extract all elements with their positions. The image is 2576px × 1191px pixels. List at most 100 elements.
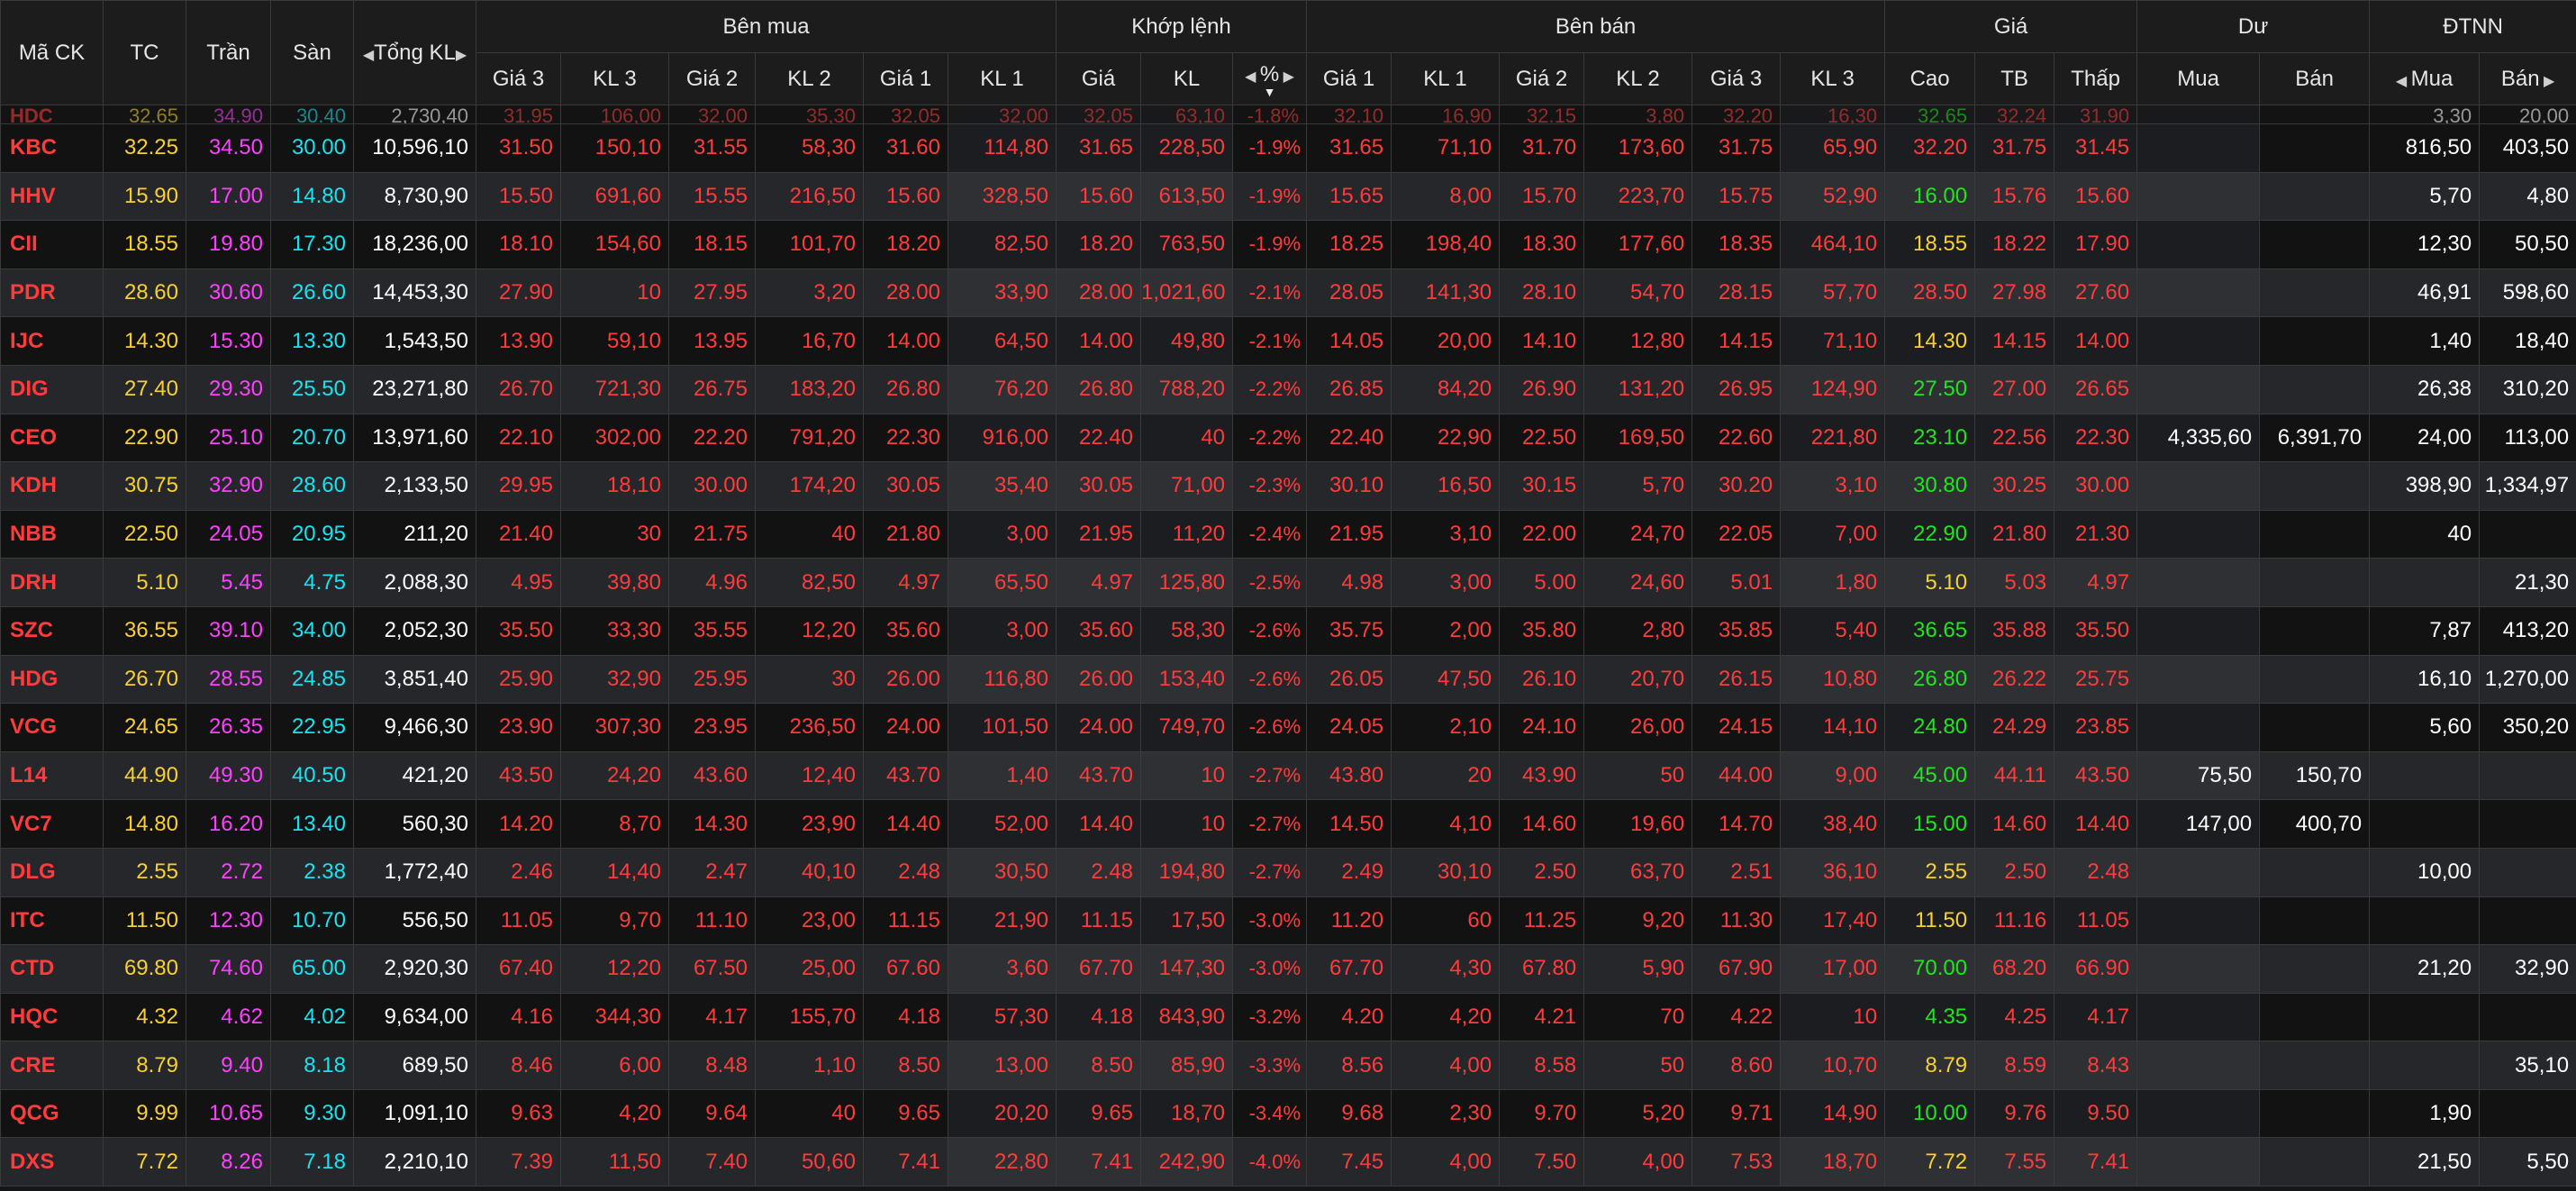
subheader-sell-1[interactable]: KL 1 xyxy=(1391,52,1501,105)
subheader-match-1[interactable]: KL xyxy=(1140,52,1234,105)
symbol-cell[interactable]: HDG xyxy=(0,654,104,705)
subheader-foreign-0[interactable]: ◀ Mua xyxy=(2369,52,2481,105)
cell: 31.75 xyxy=(1974,123,2055,173)
symbol-cell[interactable]: DIG xyxy=(0,364,104,414)
subheader-price-0[interactable]: Cao xyxy=(1884,52,1976,105)
cell: 32.05 xyxy=(863,105,948,124)
subheader-match-2[interactable]: ◀ % ▶ ▼ xyxy=(1232,52,1308,105)
subheader-price-2[interactable]: Thấp xyxy=(2054,52,2138,105)
table-row[interactable]: HQC 4.32 4.62 4.02 9,634,00 4.16 344,30 4.17 155… xyxy=(0,992,2576,1042)
subheader-buy-1[interactable]: KL 3 xyxy=(560,52,669,105)
subheader-sell-3[interactable]: KL 2 xyxy=(1583,52,1693,105)
cell: 50,60 xyxy=(755,1137,864,1187)
cell: 32.05 xyxy=(1056,105,1142,124)
caret-left-icon[interactable]: ◀ xyxy=(2396,74,2411,89)
cell: 43.70 xyxy=(863,750,948,801)
symbol-cell[interactable]: NBB xyxy=(0,509,104,559)
subheader-buy-3[interactable]: KL 2 xyxy=(755,52,864,105)
cell: -3.0% xyxy=(1232,896,1308,946)
cell xyxy=(2136,105,2261,124)
symbol-cell[interactable]: SZC xyxy=(0,605,104,656)
symbol-cell[interactable]: QCG xyxy=(0,1088,104,1139)
symbol-cell[interactable]: DRH xyxy=(0,558,104,607)
col-ceiling-header[interactable]: Trần xyxy=(186,0,271,105)
table-row[interactable]: DLG 2.55 2.72 2.38 1,772,40 2.46 14,40 2.47 40,1… xyxy=(0,847,2576,897)
table-row[interactable]: CRE 8.79 9.40 8.18 689,50 8.46 6,00 8.48 1,10 8.5… xyxy=(0,1041,2576,1090)
subheader-foreign-1[interactable]: Bán ▶ xyxy=(2479,52,2576,105)
cell: 15.60 xyxy=(2054,171,2138,222)
symbol-cell[interactable]: KDH xyxy=(0,461,104,511)
symbol-cell[interactable]: HQC xyxy=(0,992,104,1042)
subheader-sell-4[interactable]: Giá 3 xyxy=(1692,52,1782,105)
table-row[interactable]: HHV 15.90 17.00 14.80 8,730,90 15.50 691,60 15.… xyxy=(0,171,2576,222)
sort-desc-icon[interactable]: ▼ xyxy=(1234,86,1306,98)
table-row[interactable]: PDR 28.60 30.60 26.60 14,453,30 27.90 10 27.95 3… xyxy=(0,268,2576,318)
cell: 791,20 xyxy=(755,413,864,463)
caret-left-icon[interactable]: ◀ xyxy=(1245,69,1260,85)
cell: 24,20 xyxy=(560,750,669,801)
subheader-surplus-1[interactable]: Bán xyxy=(2259,52,2371,105)
table-row[interactable]: DIG 27.40 29.30 25.50 23,271,80 26.70 721,30 26… xyxy=(0,364,2576,414)
cell xyxy=(2259,123,2371,173)
cell: 13.30 xyxy=(270,316,354,366)
table-row[interactable]: HDG 26.70 28.55 24.85 3,851,40 25.90 32,90 25.9… xyxy=(0,654,2576,705)
col-ref-header[interactable]: TC xyxy=(103,0,186,105)
subheader-buy-4[interactable]: Giá 1 xyxy=(863,52,948,105)
symbol-cell[interactable]: PDR xyxy=(0,268,104,318)
table-row[interactable]: L14 44.90 49.30 40.50 421,20 43.50 24,20 43.60 1… xyxy=(0,750,2576,801)
table-row[interactable]: ITC 11.50 12.30 10.70 556,50 11.05 9,70 11.10 23… xyxy=(0,896,2576,946)
subheader-price-1[interactable]: TB xyxy=(1974,52,2055,105)
table-row[interactable]: DRH 5.10 5.45 4.75 2,088,30 4.95 39,80 4.96 82,5… xyxy=(0,558,2576,607)
symbol-cell[interactable]: DXS xyxy=(0,1137,104,1187)
table-row[interactable]: CTD 69.80 74.60 65.00 2,920,30 67.40 12,20 67.5… xyxy=(0,944,2576,994)
table-row[interactable]: CII 18.55 19.80 17.30 18,236,00 18.10 154,60 18… xyxy=(0,220,2576,269)
symbol-cell[interactable]: VC7 xyxy=(0,799,104,849)
cell: -2.1% xyxy=(1232,268,1308,318)
caret-right-icon[interactable]: ▶ xyxy=(2540,74,2554,89)
cell: 27.90 xyxy=(476,268,561,318)
symbol-cell[interactable]: CRE xyxy=(0,1041,104,1090)
symbol-cell[interactable]: IJC xyxy=(0,316,104,366)
symbol-cell[interactable]: CII xyxy=(0,220,104,269)
caret-left-icon[interactable]: ◀ xyxy=(363,48,374,63)
table-row[interactable]: KBC 32.25 34.50 30.00 10,596,10 31.50 150,10 31… xyxy=(0,123,2576,173)
subheader-sell-0[interactable]: Giá 1 xyxy=(1306,52,1392,105)
col-floor-header[interactable]: Sàn xyxy=(270,0,354,105)
subheader-match-0[interactable]: Giá xyxy=(1056,52,1142,105)
cell: 67.80 xyxy=(1499,944,1585,994)
cell: 5.45 xyxy=(186,558,271,607)
subheader-sell-2[interactable]: Giá 2 xyxy=(1499,52,1585,105)
symbol-cell[interactable]: CEO xyxy=(0,413,104,463)
table-row[interactable]: DXS 7.72 8.26 7.18 2,210,10 7.39 11,50 7.40 50,6… xyxy=(0,1137,2576,1187)
subheader-buy-2[interactable]: Giá 2 xyxy=(668,52,756,105)
table-row[interactable]: SZC 36.55 39.10 34.00 2,052,30 35.50 33,30 35.5… xyxy=(0,605,2576,656)
caret-right-icon[interactable]: ▶ xyxy=(456,48,467,63)
symbol-cell[interactable]: VCG xyxy=(0,703,104,752)
col-total-volume-header[interactable]: ◀Tổng KL▶ xyxy=(353,0,476,105)
symbol-cell[interactable]: L14 xyxy=(0,750,104,801)
symbol-cell[interactable]: HHV xyxy=(0,171,104,222)
table-row[interactable]: NBB 22.50 24.05 20.95 211,20 21.40 30 21.75 40 21… xyxy=(0,509,2576,559)
table-row[interactable]: KDH 30.75 32.90 28.60 2,133,50 29.95 18,10 30.0… xyxy=(0,461,2576,511)
cell: 21.75 xyxy=(668,509,756,559)
table-row[interactable]: IJC 14.30 15.30 13.30 1,543,50 13.90 59,10 13.9… xyxy=(0,316,2576,366)
table-row[interactable]: CEO 22.90 25.10 20.70 13,971,60 22.10 302,00 22… xyxy=(0,413,2576,463)
table-row[interactable]: QCG 9.99 10.65 9.30 1,091,10 9.63 4,20 9.64 40 9.… xyxy=(0,1088,2576,1139)
caret-right-icon[interactable]: ▶ xyxy=(1279,69,1294,85)
table-row-partial[interactable]: HDC 32.65 34.90 30.40 2,730,40 31.95 106,00 32.… xyxy=(0,105,2576,124)
cell: 173,60 xyxy=(1583,123,1693,173)
symbol-cell[interactable]: KBC xyxy=(0,123,104,173)
subheader-sell-5[interactable]: KL 3 xyxy=(1780,52,1886,105)
col-symbol-header[interactable]: Mã CK xyxy=(0,0,104,105)
cell xyxy=(2479,992,2576,1042)
symbol-cell[interactable]: CTD xyxy=(0,944,104,994)
subheader-buy-0[interactable]: Giá 3 xyxy=(476,52,561,105)
symbol-cell[interactable]: DLG xyxy=(0,847,104,897)
table-row[interactable]: VCG 24.65 26.35 22.95 9,466,30 23.90 307,30 23.… xyxy=(0,703,2576,752)
table-row[interactable]: VC7 14.80 16.20 13.40 560,30 14.20 8,70 14.30 23… xyxy=(0,799,2576,849)
subheader-surplus-0[interactable]: Mua xyxy=(2136,52,2261,105)
cell: 242,90 xyxy=(1140,1137,1234,1187)
cell: 18.20 xyxy=(1056,220,1142,269)
symbol-cell[interactable]: ITC xyxy=(0,896,104,946)
subheader-buy-5[interactable]: KL 1 xyxy=(947,52,1057,105)
